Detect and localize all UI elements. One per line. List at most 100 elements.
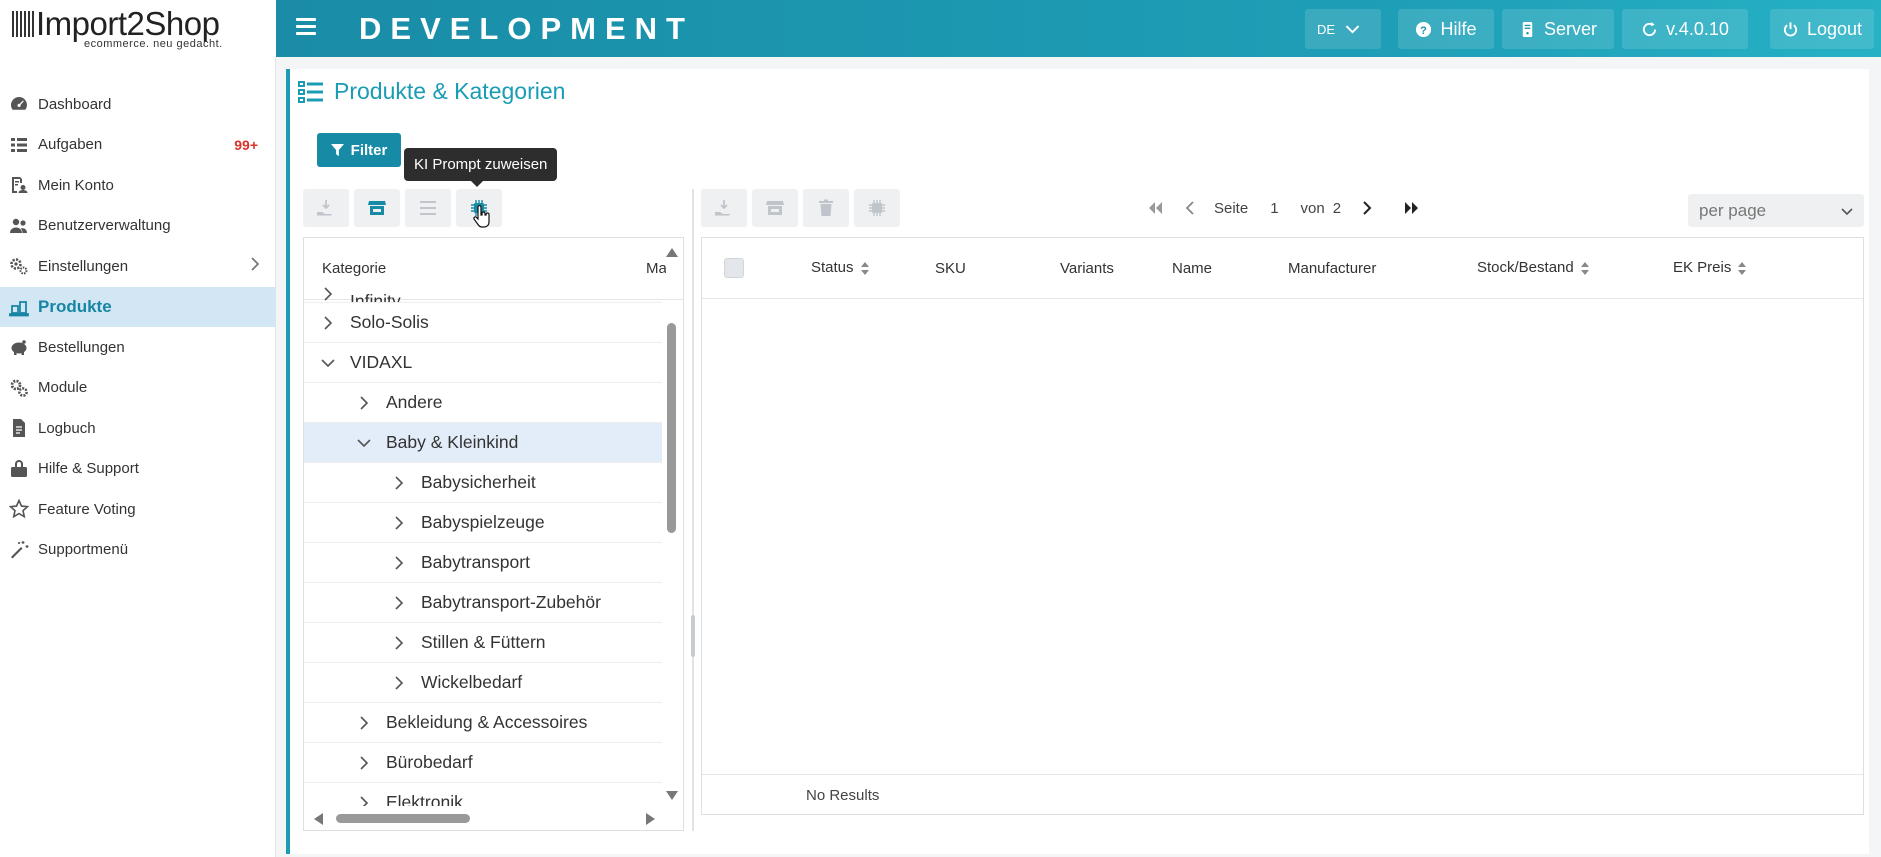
chevron-down-icon[interactable]	[318, 355, 338, 371]
tree-row-label: Solo-Solis	[350, 312, 429, 332]
tree-row[interactable]: Infinity	[304, 286, 662, 303]
chevron-right-icon[interactable]	[389, 515, 409, 531]
version-button[interactable]: v.4.0.10	[1622, 9, 1748, 49]
chevron-right-icon[interactable]	[354, 715, 374, 731]
column-label: Manufacturer	[1288, 260, 1377, 277]
tree-row[interactable]: Bekleidung & Accessoires	[304, 703, 662, 743]
filter-button[interactable]: Filter	[317, 133, 401, 167]
logo-barcode-icon	[12, 11, 34, 37]
ai-prompt-product-button[interactable]	[854, 189, 900, 227]
page-current[interactable]: 1	[1270, 200, 1278, 217]
tree-row[interactable]: Bürobedarf	[304, 743, 662, 783]
tooltip: KI Prompt zuweisen	[404, 148, 558, 187]
sidebar-item-logbuch[interactable]: Logbuch	[0, 408, 276, 449]
sidebar-item-label: Mein Konto	[38, 176, 114, 194]
splitter-grip[interactable]	[691, 615, 695, 657]
chevron-right-icon[interactable]	[389, 555, 409, 571]
shop-category-button[interactable]	[354, 189, 400, 227]
column-header-variants[interactable]: Variants	[1060, 260, 1114, 277]
sort-icon	[1580, 262, 1589, 275]
power-icon	[1783, 21, 1798, 36]
tree-row[interactable]: Baby & Kleinkind	[304, 423, 662, 463]
server-label: Server	[1543, 18, 1597, 39]
column-header-ek-preis[interactable]: EK Preis	[1673, 259, 1747, 276]
chevron-down-icon[interactable]	[354, 435, 374, 451]
first-page-button[interactable]	[1140, 193, 1170, 223]
chevron-right-icon[interactable]	[354, 755, 374, 771]
sidebar-item-module[interactable]: Module	[0, 368, 276, 409]
tree-row[interactable]: Wickelbedarf	[304, 663, 662, 703]
scroll-right-arrow-icon[interactable]	[646, 813, 655, 825]
scroll-down-arrow-icon[interactable]	[666, 791, 678, 800]
svg-text:?: ?	[1421, 24, 1428, 36]
import-product-button[interactable]	[701, 189, 747, 227]
sidebar-item-hilfe-support[interactable]: Hilfe & Support	[0, 449, 276, 490]
tree-row-label: Baby & Kleinkind	[386, 432, 519, 452]
sidebar-item-bestellungen[interactable]: Bestellungen	[0, 327, 276, 368]
sidebar-item-mein-konto[interactable]: Mein Konto	[0, 165, 276, 206]
align-category-button[interactable]	[405, 189, 451, 227]
sidebar-item-produkte[interactable]: Produkte	[0, 286, 276, 327]
logo[interactable]: Import2Shop ecommerce. neu gedacht.	[0, 0, 276, 57]
sidebar-item-feature-voting[interactable]: Feature Voting	[0, 489, 276, 530]
last-page-button[interactable]	[1397, 193, 1427, 223]
tree-row-label: Bürobedarf	[386, 752, 473, 772]
logout-button[interactable]: Logout	[1770, 9, 1874, 49]
scroll-up-arrow-icon[interactable]	[666, 248, 678, 257]
column-header-status[interactable]: Status	[811, 259, 869, 276]
chevron-right-icon[interactable]	[389, 635, 409, 651]
import-category-button[interactable]	[303, 189, 349, 227]
help-button[interactable]: ? Hilfe	[1398, 9, 1494, 49]
tree-vertical-scrollbar[interactable]	[661, 238, 683, 830]
sidebar-item-einstellungen[interactable]: Einstellungen	[0, 246, 276, 287]
tree-row[interactable]: Stillen & Füttern	[304, 623, 662, 663]
column-header-kategorie[interactable]: Kategorie	[322, 260, 386, 277]
column-header-sku[interactable]: SKU	[935, 260, 966, 277]
chevron-right-icon[interactable]	[354, 795, 374, 806]
double-chevron-left-icon	[1149, 202, 1162, 214]
tree-row[interactable]: Solo-Solis	[304, 303, 662, 343]
scroll-thumb[interactable]	[336, 814, 470, 823]
sidebar-item-aufgaben[interactable]: Aufgaben 99+	[0, 125, 276, 166]
chevron-right-icon[interactable]	[389, 475, 409, 491]
settings-icon	[0, 246, 38, 287]
scroll-thumb[interactable]	[667, 323, 676, 533]
hamburger-menu-icon[interactable]	[296, 18, 316, 35]
tree-row[interactable]: Babyspielzeuge	[304, 503, 662, 543]
shop-product-button[interactable]	[752, 189, 798, 227]
panel-splitter[interactable]	[690, 189, 698, 831]
tree-row[interactable]: Babytransport-Zubehör	[304, 583, 662, 623]
logout-label: Logout	[1806, 18, 1863, 39]
sidebar-item-benutzerverwaltung[interactable]: Benutzerverwaltung	[0, 206, 276, 247]
sidebar-item-supportmenue[interactable]: Supportmenü	[0, 530, 276, 571]
next-page-button[interactable]	[1351, 193, 1381, 223]
no-results-text: No Results	[806, 787, 880, 804]
tree-row[interactable]: Babytransport	[304, 543, 662, 583]
tasks-count-badge: 99+	[234, 136, 258, 153]
chevron-right-icon[interactable]	[354, 395, 374, 411]
chevron-right-icon[interactable]	[318, 286, 338, 302]
column-header-stock[interactable]: Stock/Bestand	[1477, 259, 1589, 276]
sidebar-item-label: Dashboard	[38, 95, 112, 113]
column-header-manufacturer[interactable]: Manufacturer	[1288, 260, 1376, 277]
chevron-right-icon[interactable]	[389, 675, 409, 691]
sort-icon	[860, 262, 869, 275]
sidebar-item-dashboard[interactable]: Dashboard	[0, 84, 276, 125]
column-label: Status	[811, 259, 854, 276]
chevron-right-icon[interactable]	[389, 595, 409, 611]
tree-row[interactable]: Elektronik	[304, 783, 662, 806]
select-all-checkbox[interactable]	[724, 258, 744, 278]
prev-page-button[interactable]	[1176, 193, 1206, 223]
tree-row[interactable]: Andere	[304, 383, 662, 423]
per-page-select[interactable]: per page	[1688, 194, 1864, 227]
chevron-right-icon[interactable]	[318, 315, 338, 331]
store-icon	[368, 201, 386, 215]
tree-row[interactable]: VIDAXL	[304, 343, 662, 383]
server-button[interactable]: Server	[1502, 9, 1614, 49]
language-select[interactable]: DE	[1305, 9, 1381, 49]
tree-row[interactable]: Babysicherheit	[304, 463, 662, 503]
tree-horizontal-scrollbar[interactable]	[304, 808, 683, 830]
column-header-name[interactable]: Name	[1172, 260, 1212, 277]
delete-product-button[interactable]	[803, 189, 849, 227]
scroll-left-arrow-icon[interactable]	[314, 813, 323, 825]
